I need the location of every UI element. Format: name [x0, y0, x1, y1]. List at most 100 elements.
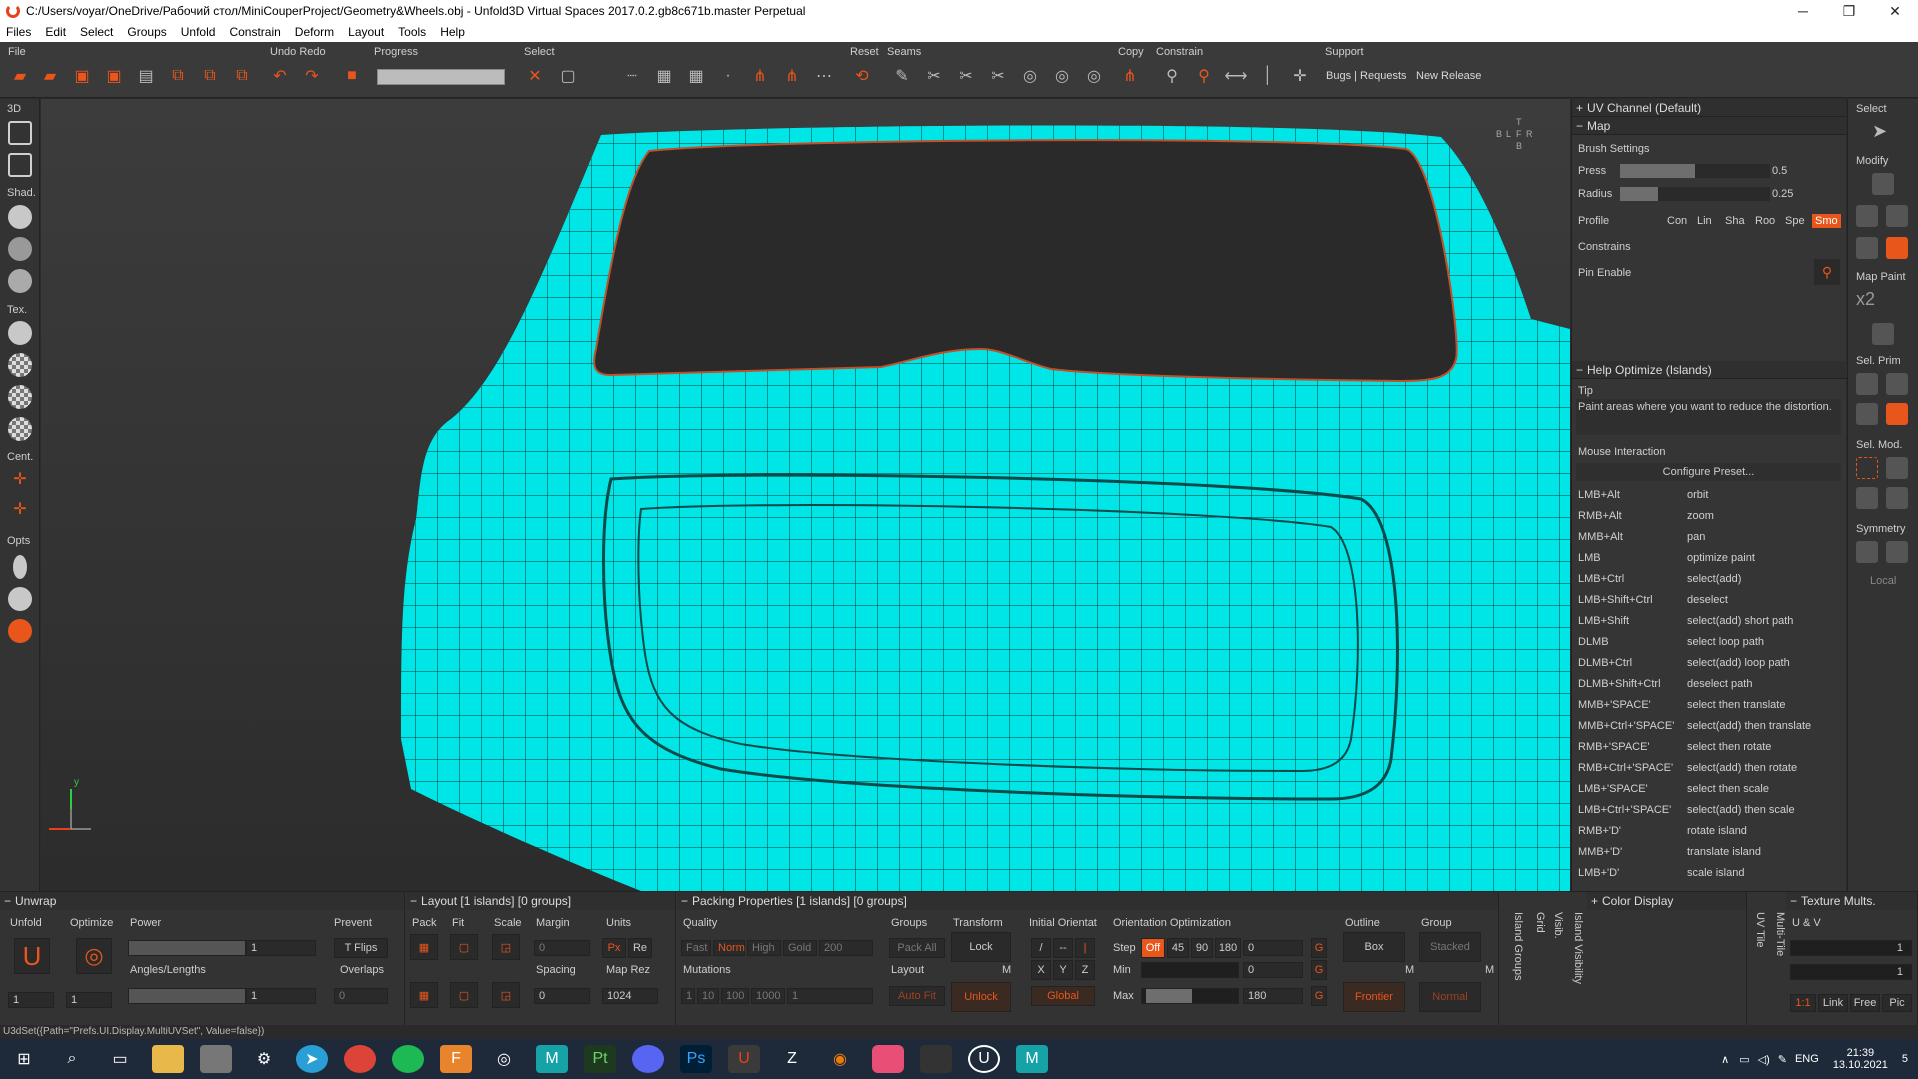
app-icon[interactable]	[200, 1045, 232, 1073]
mutation-1000[interactable]: 1000	[751, 988, 785, 1004]
new-file-icon[interactable]: ▰	[8, 64, 32, 88]
menu-groups[interactable]: Groups	[127, 25, 166, 39]
redo-icon[interactable]: ↷	[300, 64, 324, 88]
3d-viewport[interactable]: y T B L F R B	[41, 99, 1570, 891]
multi-tile-tab[interactable]: Multi-Tile	[1768, 912, 1786, 956]
task-view-icon[interactable]: ▭	[104, 1045, 136, 1073]
u-value[interactable]: 1	[1790, 940, 1912, 956]
seam-cut2-icon[interactable]: ✂	[954, 64, 978, 88]
scale-icon[interactable]: ◲	[492, 934, 520, 960]
swap-view-icon[interactable]	[8, 153, 32, 177]
power-value[interactable]: 1	[246, 940, 316, 956]
x2-icon[interactable]: x2	[1856, 289, 1875, 310]
photoshop-icon[interactable]: Ps	[680, 1045, 712, 1073]
gallery-icon[interactable]	[872, 1045, 904, 1073]
stop-icon[interactable]: ■	[340, 64, 364, 88]
lasso-icon[interactable]	[1886, 457, 1908, 479]
pack-all-button[interactable]: Pack All	[889, 938, 945, 958]
help-optimize-header[interactable]: − Help Optimize (Islands)	[1572, 361, 1847, 379]
circle-select-icon[interactable]	[1886, 487, 1908, 509]
import-icon[interactable]: ⧉	[166, 64, 190, 88]
angles-slider[interactable]	[128, 988, 246, 1004]
mutations-value[interactable]: 1	[787, 988, 873, 1004]
unpin-icon[interactable]: ⚲	[1192, 64, 1216, 88]
island-select-icon[interactable]: ▦	[684, 64, 708, 88]
press-value[interactable]: 0.5	[1772, 165, 1787, 177]
lasso2-icon[interactable]	[1856, 487, 1878, 509]
pack-all-icon[interactable]: ▦	[410, 982, 438, 1008]
global-button[interactable]: Global	[1031, 986, 1095, 1006]
bugs-requests-link[interactable]: Bugs | Requests	[1326, 70, 1407, 82]
sphere-icon[interactable]	[1856, 205, 1878, 227]
step-180[interactable]: 180	[1215, 938, 1241, 958]
checker3-icon[interactable]	[8, 417, 32, 441]
power-slider[interactable]	[128, 940, 246, 956]
straighten-icon[interactable]: │	[1256, 64, 1280, 88]
file-explorer-icon[interactable]	[152, 1045, 184, 1073]
max-value[interactable]: 180	[1243, 988, 1303, 1004]
menu-deform[interactable]: Deform	[295, 25, 334, 39]
shade-smooth-icon[interactable]	[8, 205, 32, 229]
menu-unfold[interactable]: Unfold	[181, 25, 216, 39]
mutation-10[interactable]: 10	[697, 988, 719, 1004]
save-icon[interactable]: ▣	[70, 64, 94, 88]
unreal-icon[interactable]: U	[968, 1045, 1000, 1073]
environment-icon[interactable]	[8, 587, 32, 611]
seam-loop-icon[interactable]: ✂	[986, 64, 1010, 88]
painter-icon[interactable]: Pt	[584, 1045, 616, 1073]
camera-icon[interactable]	[1856, 237, 1878, 259]
tray-chevron-icon[interactable]: ∧	[1721, 1053, 1729, 1066]
discord-icon[interactable]	[632, 1045, 664, 1073]
symmetry-icon[interactable]	[1856, 541, 1878, 563]
symmetry-add-icon[interactable]	[1886, 541, 1908, 563]
quality-fast[interactable]: Fast	[681, 940, 711, 956]
close-button[interactable]: ✕	[1872, 3, 1918, 20]
unfold-button[interactable]: U	[14, 938, 50, 974]
edge-select-icon[interactable]: ┈	[620, 64, 644, 88]
copy-file-icon[interactable]: ⧉	[198, 64, 222, 88]
align-icon[interactable]: ⟷	[1224, 64, 1248, 88]
export-icon[interactable]: ▤	[134, 64, 158, 88]
press-slider[interactable]	[1620, 164, 1770, 178]
max-slider[interactable]	[1141, 988, 1239, 1004]
menu-layout[interactable]: Layout	[348, 25, 384, 39]
shade-wire-icon[interactable]	[8, 237, 32, 261]
save-as-icon[interactable]: ▣	[102, 64, 126, 88]
open-file-icon[interactable]: ▰	[38, 64, 62, 88]
undo-icon[interactable]: ↶	[268, 64, 292, 88]
mutation-1[interactable]: 1	[681, 988, 695, 1004]
light-icon[interactable]	[13, 555, 27, 579]
orient-dash[interactable]: --	[1053, 938, 1073, 958]
checker2-icon[interactable]	[8, 385, 32, 409]
margin-value[interactable]: 0	[534, 940, 590, 956]
color-icon[interactable]	[8, 619, 32, 643]
minimize-button[interactable]: ─	[1780, 3, 1826, 19]
menu-tools[interactable]: Tools	[398, 25, 426, 39]
gold-value[interactable]: 200	[819, 940, 873, 956]
seam-weld-icon[interactable]: ✂	[922, 64, 946, 88]
checker-icon[interactable]	[8, 353, 32, 377]
notifications-icon[interactable]: 5	[1902, 1053, 1908, 1065]
configure-preset-button[interactable]: Configure Preset...	[1576, 463, 1841, 481]
split-view-icon[interactable]	[8, 121, 32, 145]
step-value[interactable]: 0	[1243, 940, 1303, 956]
navigation-cube[interactable]: T B L F R B	[1491, 117, 1551, 157]
menu-constrain[interactable]: Constrain	[229, 25, 280, 39]
auto-seam-icon[interactable]: ◎	[1018, 64, 1042, 88]
profile-spe[interactable]: Spe	[1782, 214, 1808, 228]
island-visibility-tab[interactable]: Island Visibility	[1566, 912, 1584, 984]
orient-z[interactable]: Z	[1075, 960, 1095, 980]
menu-help[interactable]: Help	[440, 25, 465, 39]
zbrush-icon[interactable]: Z	[776, 1045, 808, 1073]
quality-norm[interactable]: Norm	[713, 940, 745, 956]
rect-select-icon[interactable]	[1856, 457, 1878, 479]
maya-icon[interactable]: M	[536, 1045, 568, 1073]
grid-select-icon[interactable]: ▦	[652, 64, 676, 88]
search-icon[interactable]: ⌕	[56, 1045, 88, 1073]
unwrap-header[interactable]: − Unwrap	[0, 892, 404, 910]
fusion-icon[interactable]: F	[440, 1045, 472, 1073]
quality-high[interactable]: High	[747, 940, 781, 956]
menu-select[interactable]: Select	[80, 25, 113, 39]
map-paint-icon[interactable]	[1886, 237, 1908, 259]
pic-button[interactable]: Pic	[1882, 994, 1912, 1012]
